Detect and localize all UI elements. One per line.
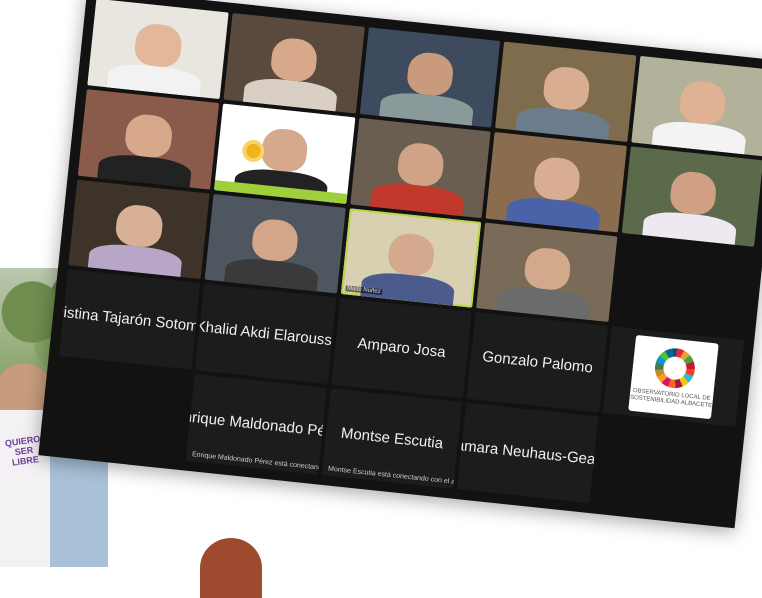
participant-name-tile[interactable]: Enrique Maldonado Pé... Enrique Maldonado… — [185, 374, 327, 475]
sun-logo-icon — [240, 138, 266, 163]
participant-face — [532, 155, 582, 202]
participant-name: Gonzalo Palomo — [481, 348, 594, 377]
decorative-shape — [200, 538, 262, 598]
participant-video-tile[interactable] — [223, 12, 365, 114]
participant-face — [396, 141, 446, 188]
participant-face — [114, 202, 164, 250]
participant-video-tile[interactable]: Maite Núñez — [340, 207, 482, 309]
participant-face — [124, 112, 174, 159]
participant-face — [405, 50, 455, 98]
participant-grid: Maite Núñez Cristina Tajarón Sotom... Khal… — [49, 0, 762, 517]
participant-name: Khalid Akdi Elaroussi — [194, 318, 336, 350]
audio-status: Montse Escutia está conectando con el au… — [327, 465, 463, 489]
observatorio-logo-tile[interactable]: OBSERVATORIO LOCAL DE SOSTENIBILIDAD ALB… — [603, 326, 745, 427]
participant-video-tile[interactable] — [631, 55, 762, 157]
participant-face — [522, 245, 573, 292]
empty-tile — [49, 360, 190, 460]
logo-caption: OBSERVATORIO LOCAL DE SOSTENIBILIDAD ALB… — [629, 387, 713, 410]
participant-name: Enrique Maldonado Pé... — [185, 407, 327, 442]
participant-name-tile[interactable]: Gonzalo Palomo — [466, 312, 609, 413]
participant-name-tile[interactable]: Cristina Tajarón Sotom... — [58, 269, 200, 370]
participant-video-tile[interactable] — [77, 88, 219, 190]
empty-tile — [613, 236, 754, 336]
participant-face — [260, 126, 310, 174]
participant-name-tile[interactable]: Amparo Josa — [330, 298, 473, 399]
participant-face — [269, 36, 319, 83]
audio-status: Enrique Maldonado Pérez está conectando … — [191, 451, 327, 474]
participant-face — [668, 169, 718, 216]
participant-face — [677, 79, 728, 126]
participant-name: Amparo Josa — [356, 335, 447, 362]
participant-video-tile[interactable] — [349, 117, 492, 218]
participant-name: Cristina Tajarón Sotom... — [58, 302, 200, 337]
observatorio-logo: OBSERVATORIO LOCAL DE SOSTENIBILIDAD ALB… — [628, 334, 719, 420]
participant-video-tile[interactable] — [204, 193, 346, 294]
participant-name-tile[interactable]: Tamara Neuhaus-Gea... — [457, 402, 599, 504]
participant-name-tile[interactable]: Montse Escutia Montse Escutia está conect… — [321, 388, 463, 489]
participant-video-tile[interactable] — [622, 146, 762, 247]
participant-video-tile[interactable] — [495, 41, 637, 142]
participant-name: Tamara Neuhaus-Gea... — [457, 436, 599, 470]
participant-name-tile[interactable]: Khalid Akdi Elaroussi — [194, 283, 337, 385]
participant-video-tile[interactable] — [87, 0, 229, 99]
participant-face — [133, 22, 183, 69]
empty-tile — [594, 417, 735, 517]
participant-face — [250, 217, 300, 264]
participant-video-tile[interactable] — [476, 222, 618, 323]
participant-video-tile[interactable] — [213, 103, 356, 204]
video-call-window: Maite Núñez Cristina Tajarón Sotom... Khal… — [38, 0, 762, 529]
participant-face — [386, 231, 436, 278]
participant-video-tile[interactable] — [485, 131, 628, 233]
participant-video-tile[interactable] — [68, 179, 210, 280]
participant-video-tile[interactable] — [359, 27, 501, 128]
sdg-wheel-icon — [652, 345, 697, 390]
participant-name: Montse Escutia — [340, 424, 444, 453]
participant-face — [541, 65, 592, 112]
